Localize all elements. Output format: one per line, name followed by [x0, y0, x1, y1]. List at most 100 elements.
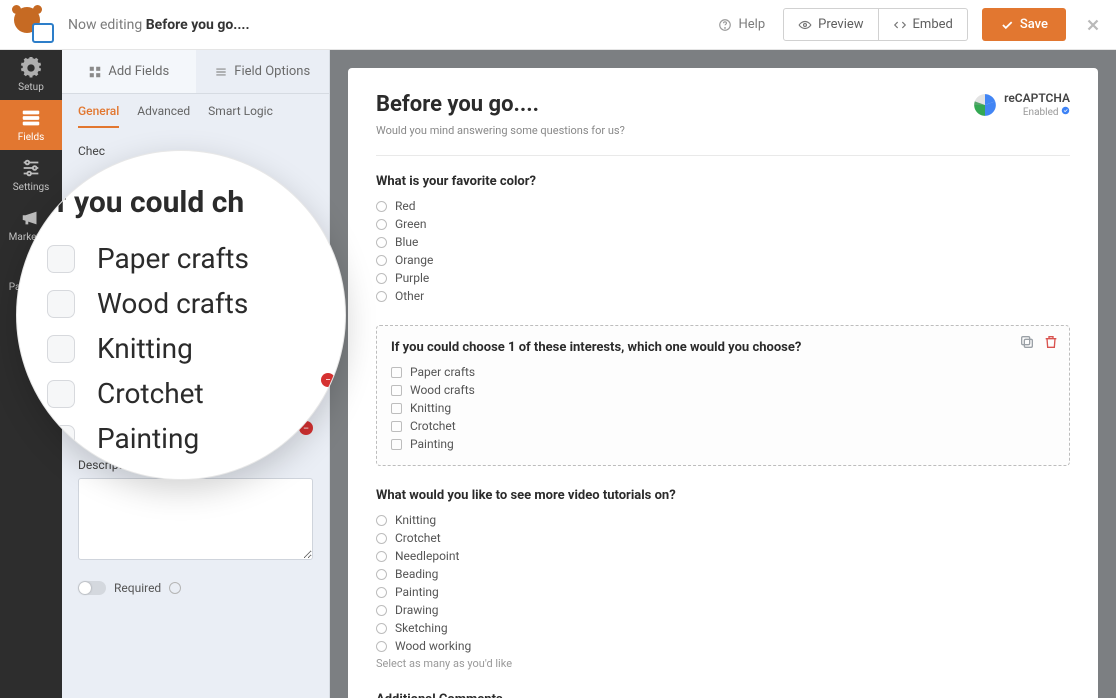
rail-marketing[interactable]: Marketing	[0, 200, 62, 250]
rail-settings-label: Settings	[13, 182, 50, 193]
close-button[interactable]	[1084, 16, 1102, 34]
rail-marketing-label: Marketing	[9, 232, 54, 243]
recaptcha-title: reCAPTCHA	[1004, 91, 1070, 105]
drag-handle-icon[interactable]: ⋮⋮	[78, 421, 88, 435]
q2-opt-3: Crotchet	[410, 419, 456, 433]
top-bar: Now editing Before you go.... Help Previ…	[0, 0, 1116, 50]
form-canvas: Before you go.... reCAPTCHA Enabled Woul…	[330, 50, 1116, 698]
radio-icon[interactable]	[376, 237, 387, 248]
sliders-mini-icon	[214, 65, 228, 79]
dollar-icon	[20, 257, 42, 279]
radio-icon[interactable]	[376, 569, 387, 580]
embed-label: Embed	[913, 17, 953, 32]
radio-icon[interactable]	[376, 515, 387, 526]
description-textarea[interactable]	[78, 478, 313, 560]
left-rail: Setup Fields Settings Marketing Payments	[0, 50, 62, 698]
q3-opt-0: Knitting	[395, 513, 436, 527]
subtab-smart-logic[interactable]: Smart Logic	[208, 104, 273, 128]
radio-icon[interactable]	[376, 551, 387, 562]
choice-row-4: ⋮⋮ + −	[78, 412, 313, 444]
q2-opt-4: Painting	[410, 437, 454, 451]
form-title: Before you go....	[376, 92, 539, 117]
help-tip-icon[interactable]	[143, 459, 155, 471]
q4-title: Additional Comments	[376, 692, 1070, 698]
q2-opt-1: Wood crafts	[410, 383, 475, 397]
question-block-3[interactable]: What would you like to see more video tu…	[376, 488, 1070, 670]
checkbox-icon[interactable]	[391, 439, 402, 450]
help-tip-icon[interactable]	[169, 582, 181, 594]
choice-remove-button[interactable]: −	[299, 421, 313, 435]
product-logo	[14, 7, 54, 43]
q3-opt-6: Sketching	[395, 621, 448, 635]
q3-opt-4: Painting	[395, 585, 439, 599]
q3-opt-3: Beading	[395, 567, 438, 581]
preview-button[interactable]: Preview	[783, 8, 878, 41]
choice-add-button[interactable]: +	[281, 421, 295, 435]
rail-payments-label: Payments	[9, 282, 53, 293]
q1-opt-5: Other	[395, 289, 424, 303]
rail-payments[interactable]: Payments	[0, 250, 62, 300]
checkbox-icon[interactable]	[391, 367, 402, 378]
field-label-truncated: Chec	[78, 144, 313, 158]
rail-setup-label: Setup	[18, 82, 44, 93]
checkbadge-icon	[1061, 106, 1070, 115]
choice-input-4[interactable]	[92, 412, 277, 444]
radio-icon[interactable]	[376, 201, 387, 212]
q3-helper: Select as many as you'd like	[376, 657, 1070, 670]
tab-add-fields-label: Add Fields	[108, 64, 169, 79]
grid-icon	[88, 65, 102, 79]
subtab-advanced[interactable]: Advanced	[137, 104, 190, 128]
form-paper: Before you go.... reCAPTCHA Enabled Woul…	[348, 68, 1098, 698]
required-toggle[interactable]	[78, 581, 106, 595]
description-label: Description	[78, 458, 313, 472]
radio-icon[interactable]	[376, 641, 387, 652]
help-icon	[718, 18, 732, 32]
checkbox-icon[interactable]	[391, 421, 402, 432]
form-subtitle: Would you mind answering some questions …	[376, 124, 1070, 137]
sliders-icon	[20, 157, 42, 179]
help-label: Help	[738, 17, 765, 32]
code-icon	[893, 18, 907, 32]
duplicate-icon[interactable]	[1019, 334, 1035, 350]
radio-icon[interactable]	[376, 605, 387, 616]
megaphone-icon	[20, 207, 42, 229]
help-link[interactable]: Help	[706, 11, 777, 38]
rail-fields[interactable]: Fields	[0, 100, 62, 150]
radio-icon[interactable]	[376, 623, 387, 634]
close-icon	[1084, 16, 1102, 34]
subtab-general[interactable]: General	[78, 104, 119, 128]
question-block-4[interactable]: Additional Comments	[376, 692, 1070, 698]
q3-opt-2: Needlepoint	[395, 549, 459, 563]
trash-icon[interactable]	[1043, 334, 1059, 350]
question-block-2[interactable]: If you could choose 1 of these interests…	[376, 325, 1070, 466]
save-button[interactable]: Save	[982, 8, 1066, 41]
q1-opt-1: Green	[395, 217, 426, 231]
check-icon	[1000, 18, 1014, 32]
preview-label: Preview	[818, 17, 863, 32]
field-sidebar: Add Fields Field Options General Advance…	[62, 50, 330, 698]
radio-icon[interactable]	[376, 291, 387, 302]
checkbox-icon[interactable]	[391, 385, 402, 396]
radio-icon[interactable]	[376, 587, 387, 598]
rail-settings[interactable]: Settings	[0, 150, 62, 200]
radio-icon[interactable]	[376, 273, 387, 284]
tab-add-fields[interactable]: Add Fields	[62, 50, 196, 93]
radio-icon[interactable]	[376, 255, 387, 266]
recaptcha-badge: reCAPTCHA Enabled	[972, 92, 1070, 118]
question-block-1[interactable]: What is your favorite color? Red Green B…	[376, 174, 1070, 303]
q2-opt-0: Paper crafts	[410, 365, 475, 379]
q1-opt-0: Red	[395, 199, 416, 213]
required-label: Required	[114, 581, 161, 595]
rail-setup[interactable]: Setup	[0, 50, 62, 100]
rail-fields-label: Fields	[18, 132, 45, 143]
gear-icon	[20, 57, 42, 79]
tab-field-options[interactable]: Field Options	[196, 50, 330, 93]
embed-button[interactable]: Embed	[879, 8, 968, 41]
radio-icon[interactable]	[376, 533, 387, 544]
form-name: Before you go....	[146, 17, 250, 33]
radio-icon[interactable]	[376, 219, 387, 230]
q1-opt-4: Purple	[395, 271, 429, 285]
checkbox-icon[interactable]	[391, 403, 402, 414]
q2-title: If you could choose 1 of these interests…	[391, 340, 1055, 355]
q3-opt-7: Wood working	[395, 639, 471, 653]
